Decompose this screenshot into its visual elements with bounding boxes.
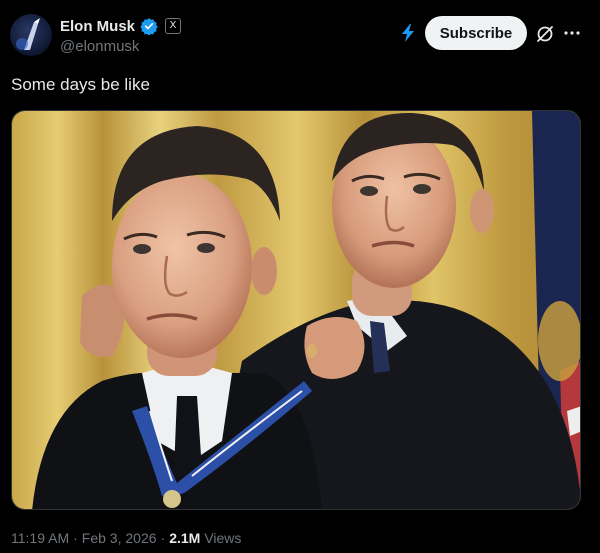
verified-badge-icon[interactable] — [140, 17, 158, 35]
separator: · — [160, 530, 166, 546]
post-time[interactable]: 11:19 AM — [11, 530, 69, 546]
author-info: Elon Musk X @elonmusk — [60, 16, 182, 55]
name-row: Elon Musk X — [60, 16, 182, 36]
avatar[interactable] — [10, 14, 52, 56]
post-date[interactable]: Feb 3, 2026 — [82, 530, 157, 546]
post-meta: 11:19 AM · Feb 3, 2026 · 2.1M Views — [11, 530, 241, 546]
views-count[interactable]: 2.1M — [169, 530, 200, 546]
separator: · — [73, 530, 78, 546]
affiliate-badge[interactable]: X — [165, 18, 182, 34]
post-image[interactable] — [11, 110, 581, 510]
more-dots-icon[interactable] — [563, 24, 581, 42]
grok-icon[interactable] — [535, 24, 555, 44]
views-label: Views — [204, 530, 242, 546]
post: Elon Musk X @elonmusk Subscribe Some day… — [0, 0, 600, 553]
handle[interactable]: @elonmusk — [60, 38, 181, 55]
lightning-icon[interactable] — [400, 24, 416, 42]
display-name[interactable]: Elon Musk — [60, 18, 135, 35]
subscribe-button[interactable]: Subscribe — [425, 16, 527, 50]
post-text: Some days be like — [11, 75, 150, 94]
